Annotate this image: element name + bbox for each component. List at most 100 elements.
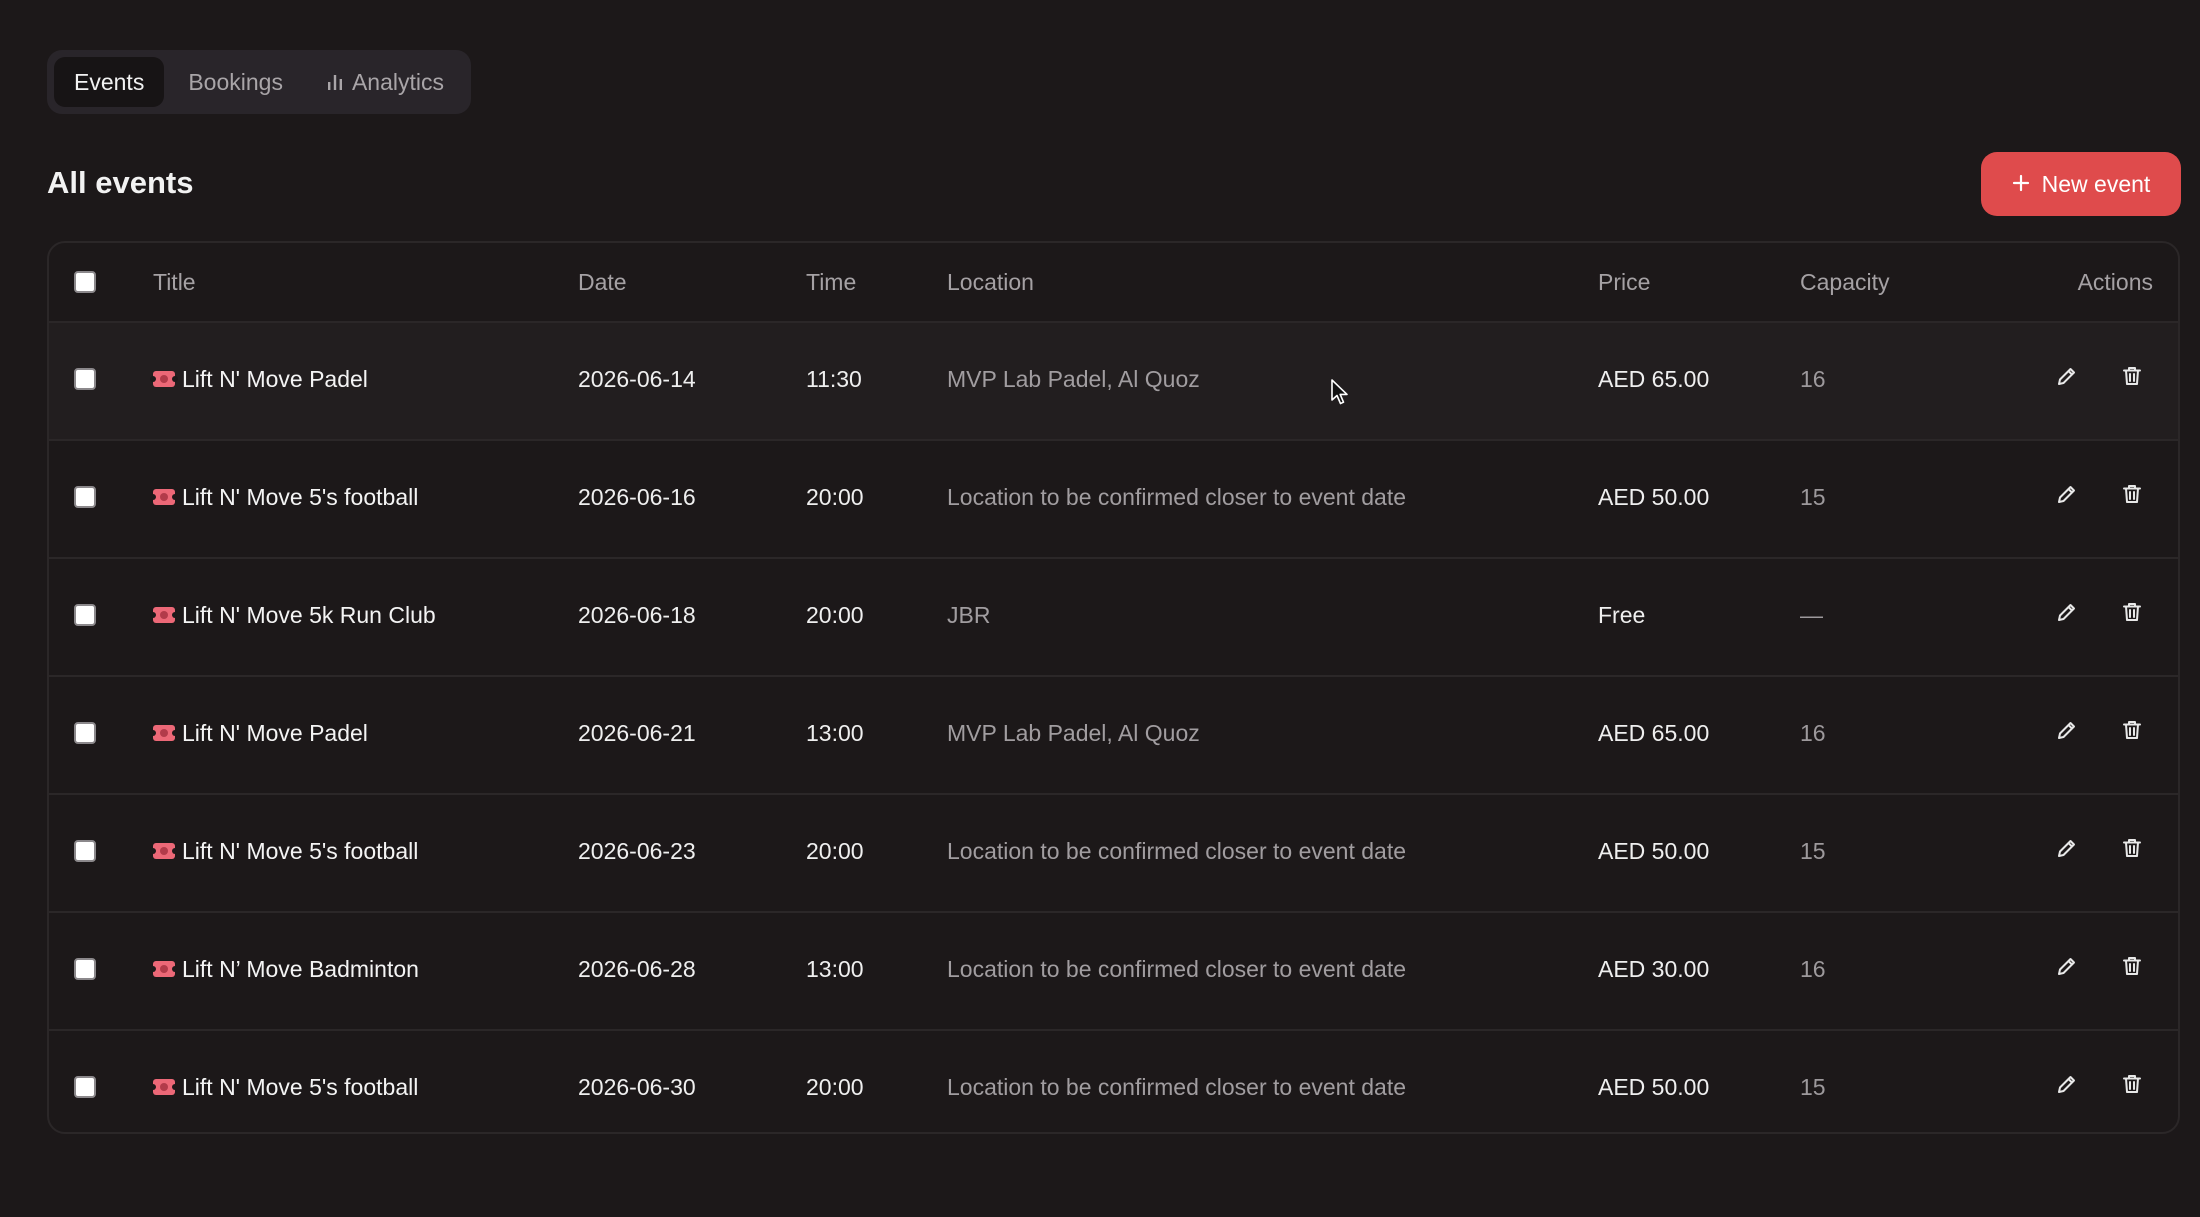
tab-events-label: Events: [74, 68, 145, 95]
row-checkbox[interactable]: [74, 1076, 96, 1098]
row-actions: [2047, 713, 2152, 753]
pencil-icon: [2055, 836, 2079, 866]
event-price: Free: [1598, 601, 1646, 628]
event-location: MVP Lab Padel, Al Quoz: [947, 719, 1200, 746]
row-checkbox[interactable]: [74, 722, 96, 744]
event-capacity: 15: [1800, 483, 1826, 510]
pencil-icon: [2055, 600, 2079, 630]
row-checkbox[interactable]: [74, 958, 96, 980]
table-row[interactable]: Lift N’ Move Badminton 2026-06-28 13:00 Loc…: [49, 913, 2178, 1031]
trash-icon: [2120, 1072, 2144, 1102]
row-actions: [2047, 949, 2152, 989]
tab-bookings-label: Bookings: [188, 68, 283, 95]
edit-button[interactable]: [2047, 713, 2087, 753]
select-all-checkbox[interactable]: [74, 271, 96, 293]
tab-analytics-label: Analytics: [351, 68, 444, 95]
new-event-button[interactable]: New event: [1981, 152, 2181, 216]
event-price: AED 50.00: [1598, 837, 1710, 864]
event-title: Lift N' Move 5's football: [182, 1073, 419, 1100]
event-location: Location to be confirmed closer to event…: [947, 837, 1407, 864]
event-date: 2026-06-18: [578, 601, 696, 628]
column-header-time[interactable]: Time: [806, 243, 856, 321]
tab-events[interactable]: Events: [54, 57, 165, 107]
event-date: 2026-06-16: [578, 483, 696, 510]
column-header-title[interactable]: Title: [153, 243, 196, 321]
ticket-icon: [150, 489, 178, 505]
event-title-cell[interactable]: Lift N' Move Padel: [150, 321, 368, 437]
event-price: AED 30.00: [1598, 955, 1710, 982]
event-title-cell[interactable]: Lift N' Move 5's football: [150, 793, 419, 909]
event-title-cell[interactable]: Lift N' Move 5's football: [150, 1029, 419, 1132]
table-row[interactable]: Lift N' Move 5's football 2026-06-23 20:00…: [49, 795, 2178, 913]
event-title-cell[interactable]: Lift N' Move 5k Run Club: [150, 557, 436, 673]
event-title: Lift N' Move Padel: [182, 719, 368, 746]
event-title: Lift N' Move 5's football: [182, 837, 419, 864]
table-row[interactable]: Lift N' Move Padel 2026-06-21 13:00 MVP Lab…: [49, 677, 2178, 795]
event-capacity: 15: [1800, 837, 1826, 864]
column-header-location[interactable]: Location: [947, 243, 1034, 321]
delete-button[interactable]: [2112, 949, 2152, 989]
event-time: 11:30: [806, 365, 862, 392]
edit-button[interactable]: [2047, 831, 2087, 871]
event-date: 2026-06-28: [578, 955, 696, 982]
delete-button[interactable]: [2112, 713, 2152, 753]
pencil-icon: [2055, 718, 2079, 748]
event-capacity: 16: [1800, 955, 1826, 982]
delete-button[interactable]: [2112, 595, 2152, 635]
event-title-cell[interactable]: Lift N’ Move Badminton: [150, 911, 419, 1027]
tab-analytics[interactable]: Analytics: [307, 57, 464, 107]
pencil-icon: [2055, 482, 2079, 512]
row-actions: [2047, 359, 2152, 399]
event-title: Lift N' Move 5's football: [182, 483, 419, 510]
row-checkbox[interactable]: [74, 840, 96, 862]
delete-button[interactable]: [2112, 477, 2152, 517]
edit-button[interactable]: [2047, 1067, 2087, 1107]
event-location: Location to be confirmed closer to event…: [947, 955, 1407, 982]
view-tabs: Events Bookings Analytics: [47, 50, 471, 114]
column-header-price[interactable]: Price: [1598, 243, 1650, 321]
tab-bookings[interactable]: Bookings: [168, 57, 303, 107]
column-header-capacity[interactable]: Capacity: [1800, 243, 1889, 321]
table-row[interactable]: Lift N' Move 5k Run Club 2026-06-18 20:00 J…: [49, 559, 2178, 677]
bar-chart-icon: [327, 73, 343, 91]
event-date: 2026-06-21: [578, 719, 696, 746]
event-time: 20:00: [806, 483, 864, 510]
event-capacity: 15: [1800, 1073, 1826, 1100]
column-header-actions: Actions: [2077, 268, 2153, 295]
delete-button[interactable]: [2112, 831, 2152, 871]
row-actions: [2047, 831, 2152, 871]
table-header: Title Date Time Location Price Capacity …: [49, 243, 2178, 323]
row-checkbox[interactable]: [74, 368, 96, 390]
row-checkbox[interactable]: [74, 486, 96, 508]
table-row[interactable]: Lift N' Move 5's football 2026-06-16 20:00…: [49, 441, 2178, 559]
event-capacity: 16: [1800, 719, 1826, 746]
delete-button[interactable]: [2112, 1067, 2152, 1107]
pencil-icon: [2055, 364, 2079, 394]
column-header-date[interactable]: Date: [578, 243, 627, 321]
event-title-cell[interactable]: Lift N' Move 5's football: [150, 439, 419, 555]
event-price: AED 65.00: [1598, 365, 1710, 392]
edit-button[interactable]: [2047, 595, 2087, 635]
delete-button[interactable]: [2112, 359, 2152, 399]
row-actions: [2047, 477, 2152, 517]
plus-icon: [2012, 171, 2030, 198]
new-event-button-label: New event: [2041, 170, 2151, 197]
edit-button[interactable]: [2047, 477, 2087, 517]
event-price: AED 65.00: [1598, 719, 1710, 746]
edit-button[interactable]: [2047, 359, 2087, 399]
trash-icon: [2120, 836, 2144, 866]
mouse-cursor-icon: [1330, 378, 1350, 411]
event-time: 20:00: [806, 1073, 864, 1100]
event-title: Lift N' Move 5k Run Club: [182, 601, 436, 628]
event-time: 20:00: [806, 601, 864, 628]
table-row[interactable]: Lift N' Move 5's football 2026-06-30 20:00…: [49, 1029, 2178, 1132]
trash-icon: [2120, 364, 2144, 394]
trash-icon: [2120, 718, 2144, 748]
event-title-cell[interactable]: Lift N' Move Padel: [150, 675, 368, 791]
ticket-icon: [150, 843, 178, 859]
table-row[interactable]: Lift N' Move Padel 2026-06-14 11:30 MVP Lab…: [49, 323, 2178, 441]
event-time: 13:00: [806, 955, 864, 982]
row-actions: [2047, 1067, 2152, 1107]
row-checkbox[interactable]: [74, 604, 96, 626]
edit-button[interactable]: [2047, 949, 2087, 989]
